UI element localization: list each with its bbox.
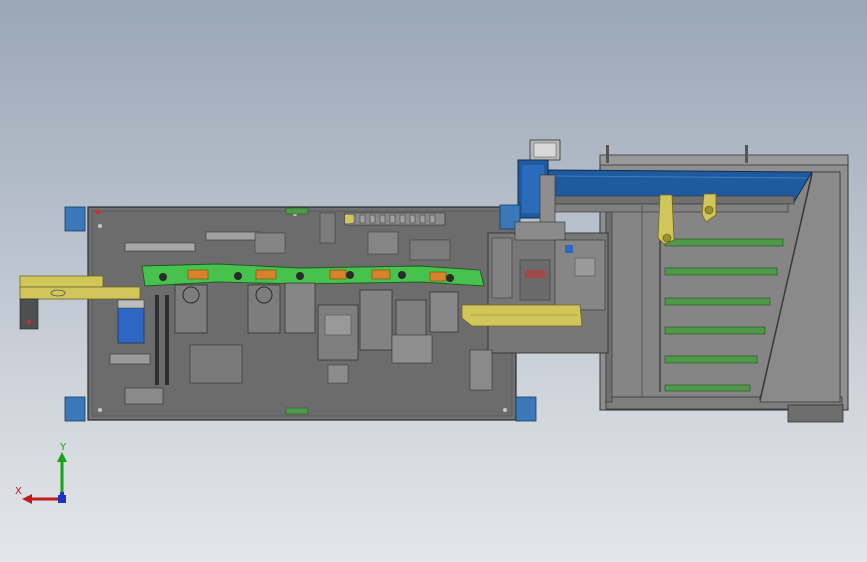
y-axis-label: Y <box>60 442 67 453</box>
outfeed-rail[interactable] <box>461 304 583 327</box>
transfer-station[interactable] <box>487 221 609 354</box>
coordinate-triad <box>22 452 67 504</box>
blue-conveyor-belt[interactable] <box>547 169 813 213</box>
cad-viewport[interactable]: Y X <box>0 0 867 562</box>
x-axis-label: X <box>15 486 22 497</box>
machine-assembly-model[interactable] <box>0 0 867 562</box>
